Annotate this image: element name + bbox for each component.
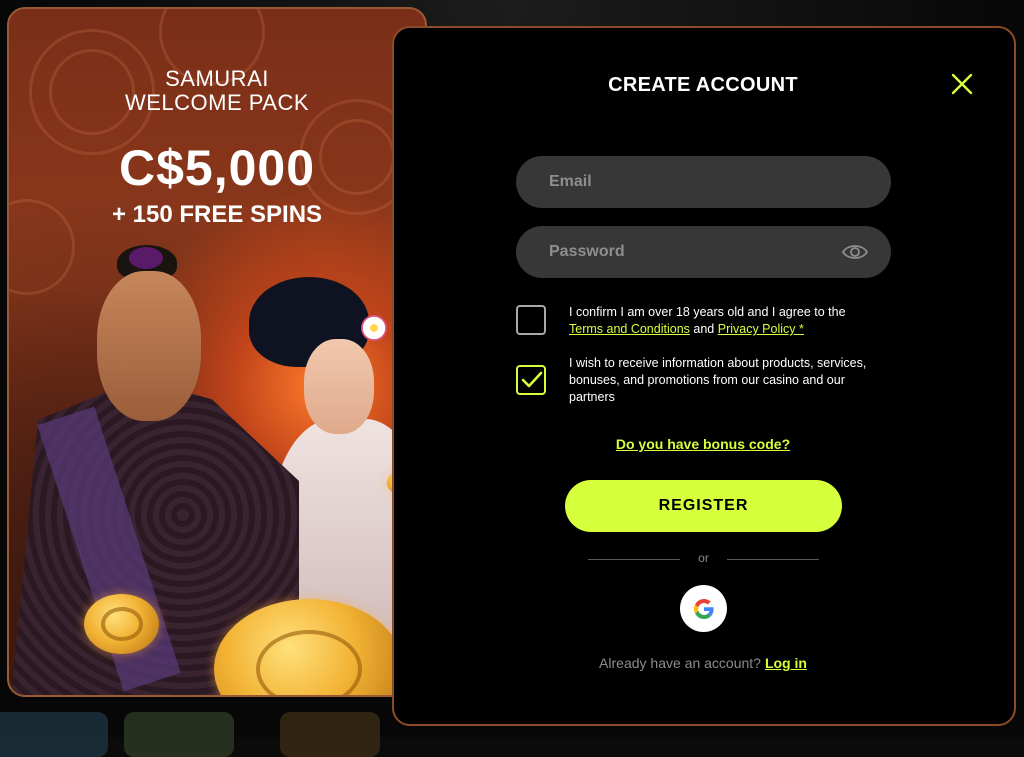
divider-left [588,559,680,560]
promo-free-spins: + 150 FREE SPINS [111,201,323,228]
or-separator: or [698,551,709,565]
google-signin-button[interactable] [680,585,727,632]
email-input[interactable] [547,172,841,192]
geisha-face [304,339,374,434]
password-field[interactable] [516,226,891,278]
background-game-tile [280,712,380,757]
promo-title: SAMURAI WELCOME PACK [9,67,425,115]
password-input[interactable] [547,242,841,262]
login-prompt-row: Already have an account? Log in [427,655,979,671]
background-game-tile [0,712,108,757]
login-prompt-text: Already have an account? [599,655,761,671]
bonus-code-link[interactable]: Do you have bonus code? [616,436,790,452]
terms-link[interactable]: Terms and Conditions [569,322,690,336]
gold-coin [84,594,159,654]
samurai-face [97,271,201,421]
close-button[interactable] [948,70,976,98]
samurai-topknot [129,247,163,269]
privacy-policy-link[interactable]: Privacy Policy * [718,322,804,336]
close-icon [951,73,973,95]
promo-title-line1: SAMURAI [165,66,269,91]
form-title: CREATE ACCOUNT [608,74,798,96]
show-password-toggle[interactable] [841,239,869,265]
promo-title-line2: WELCOME PACK [124,90,310,115]
divider-right [727,559,819,560]
and-text: and [693,322,715,336]
login-link[interactable]: Log in [765,655,807,671]
background-game-tile [124,712,234,757]
eye-icon [841,245,869,259]
age-terms-checkbox[interactable] [516,305,546,335]
promo-amount: C$5,000 [118,140,316,196]
bonus-code-row: Do you have bonus code? [427,436,979,454]
checkmark-icon [521,371,543,388]
marketing-consent-checkbox[interactable] [516,365,546,395]
age-terms-text: I confirm I am over 18 years old and I a… [569,305,846,319]
hair-flower [361,315,387,341]
google-icon [693,598,714,619]
age-terms-label: I confirm I am over 18 years old and I a… [569,304,889,338]
promo-panel: SAMURAI WELCOME PACK C$5,000 + 150 FREE … [7,7,427,697]
marketing-consent-label: I wish to receive information about prod… [569,356,867,404]
register-button[interactable]: REGISTER [565,480,842,532]
email-field[interactable] [516,156,891,208]
